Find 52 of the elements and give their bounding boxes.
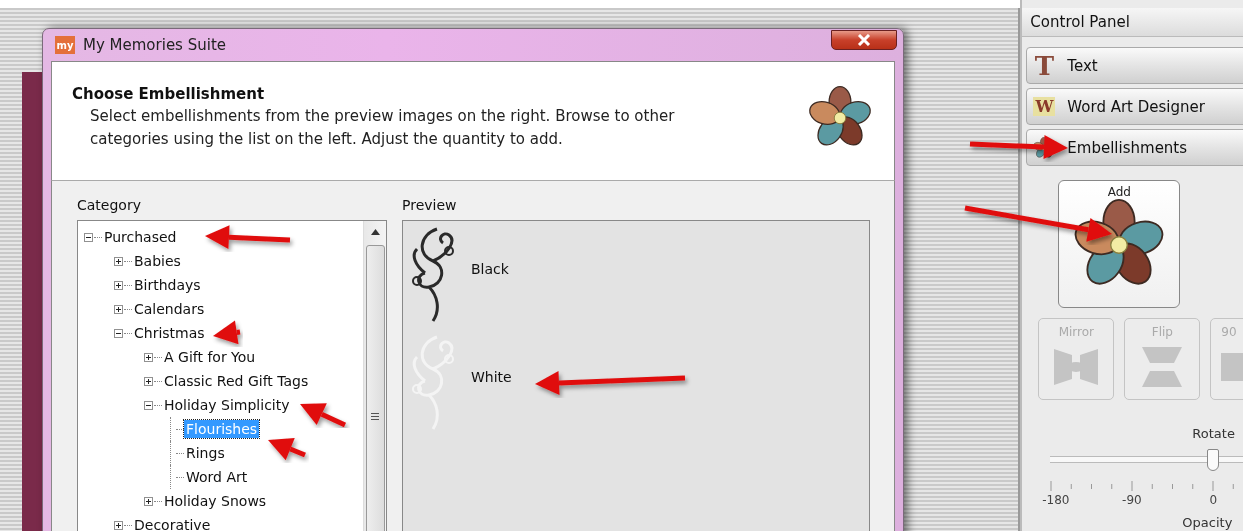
preview-label: Preview: [402, 197, 458, 215]
scrollbar[interactable]: [363, 221, 386, 531]
app-logo-icon: my: [55, 36, 75, 54]
arrow-annotation: [213, 320, 241, 345]
expand-toggle-icon[interactable]: [114, 304, 123, 314]
opacity-label: Opacity: [1182, 515, 1234, 530]
collapse-toggle-icon[interactable]: [84, 232, 93, 242]
window-title: My Memories Suite: [83, 36, 227, 54]
add-button[interactable]: Add: [1058, 180, 1181, 308]
tree-item[interactable]: Decorative: [132, 516, 213, 531]
tree-item[interactable]: Birthdays: [132, 276, 203, 294]
category-label: Category: [77, 197, 142, 215]
tree-item[interactable]: A Gift for You: [162, 348, 258, 366]
tick-label: 0: [1209, 493, 1218, 507]
tick-label: -180: [1042, 493, 1070, 507]
expand-toggle-icon[interactable]: [114, 256, 123, 266]
grip-icon: [371, 413, 379, 420]
tree-item[interactable]: Holiday Simplicity: [162, 396, 292, 414]
expand-toggle-icon[interactable]: [144, 496, 153, 506]
rotate-label: Rotate: [1192, 426, 1236, 441]
letter-w-icon: W: [1033, 97, 1056, 116]
preview-item-label: Black: [471, 261, 509, 277]
tree-item[interactable]: Babies: [132, 252, 183, 270]
tree-item[interactable]: Christmas: [132, 324, 207, 342]
collapse-toggle-icon[interactable]: [114, 328, 123, 338]
section-button[interactable]: W Word Art Designer: [1026, 88, 1243, 125]
close-icon: [856, 34, 872, 46]
tick-label: -90: [1122, 493, 1142, 507]
expand-toggle-icon[interactable]: [144, 352, 153, 362]
expand-toggle-icon[interactable]: [144, 376, 153, 386]
tree-item[interactable]: Calendars: [132, 300, 207, 318]
scroll-up-icon[interactable]: [370, 229, 380, 235]
letter-t-icon: T: [1033, 50, 1056, 81]
tree-item[interactable]: Holiday Snows: [162, 492, 269, 510]
collapse-toggle-icon[interactable]: [144, 400, 153, 410]
slider-thumb[interactable]: [1207, 449, 1220, 471]
arrow-annotation: [300, 403, 347, 428]
close-button[interactable]: [831, 30, 897, 50]
dialog-description: Select embellishments from the preview images on the right. Browse to other categories using the list on the left. Adjust the quantity to add.: [89, 106, 676, 150]
dialog-heading: Choose Embellishment: [72, 85, 266, 103]
tree-item[interactable]: Classic Red Gift Tags: [162, 372, 311, 390]
panel-title: Control Panel: [1022, 8, 1243, 37]
section-button[interactable]: Embellishments: [1026, 129, 1243, 166]
arrow-annotation: [268, 437, 306, 461]
tree-item[interactable]: Rings: [184, 444, 227, 462]
section-button[interactable]: T Text: [1026, 47, 1243, 84]
expand-toggle-icon[interactable]: [114, 280, 123, 290]
tree-item[interactable]: Purchased: [102, 228, 179, 246]
expand-toggle-icon[interactable]: [114, 520, 123, 530]
scroll-thumb[interactable]: [365, 245, 385, 531]
preview-item-label: White: [471, 369, 512, 385]
tree-item[interactable]: Word Art: [184, 468, 250, 486]
